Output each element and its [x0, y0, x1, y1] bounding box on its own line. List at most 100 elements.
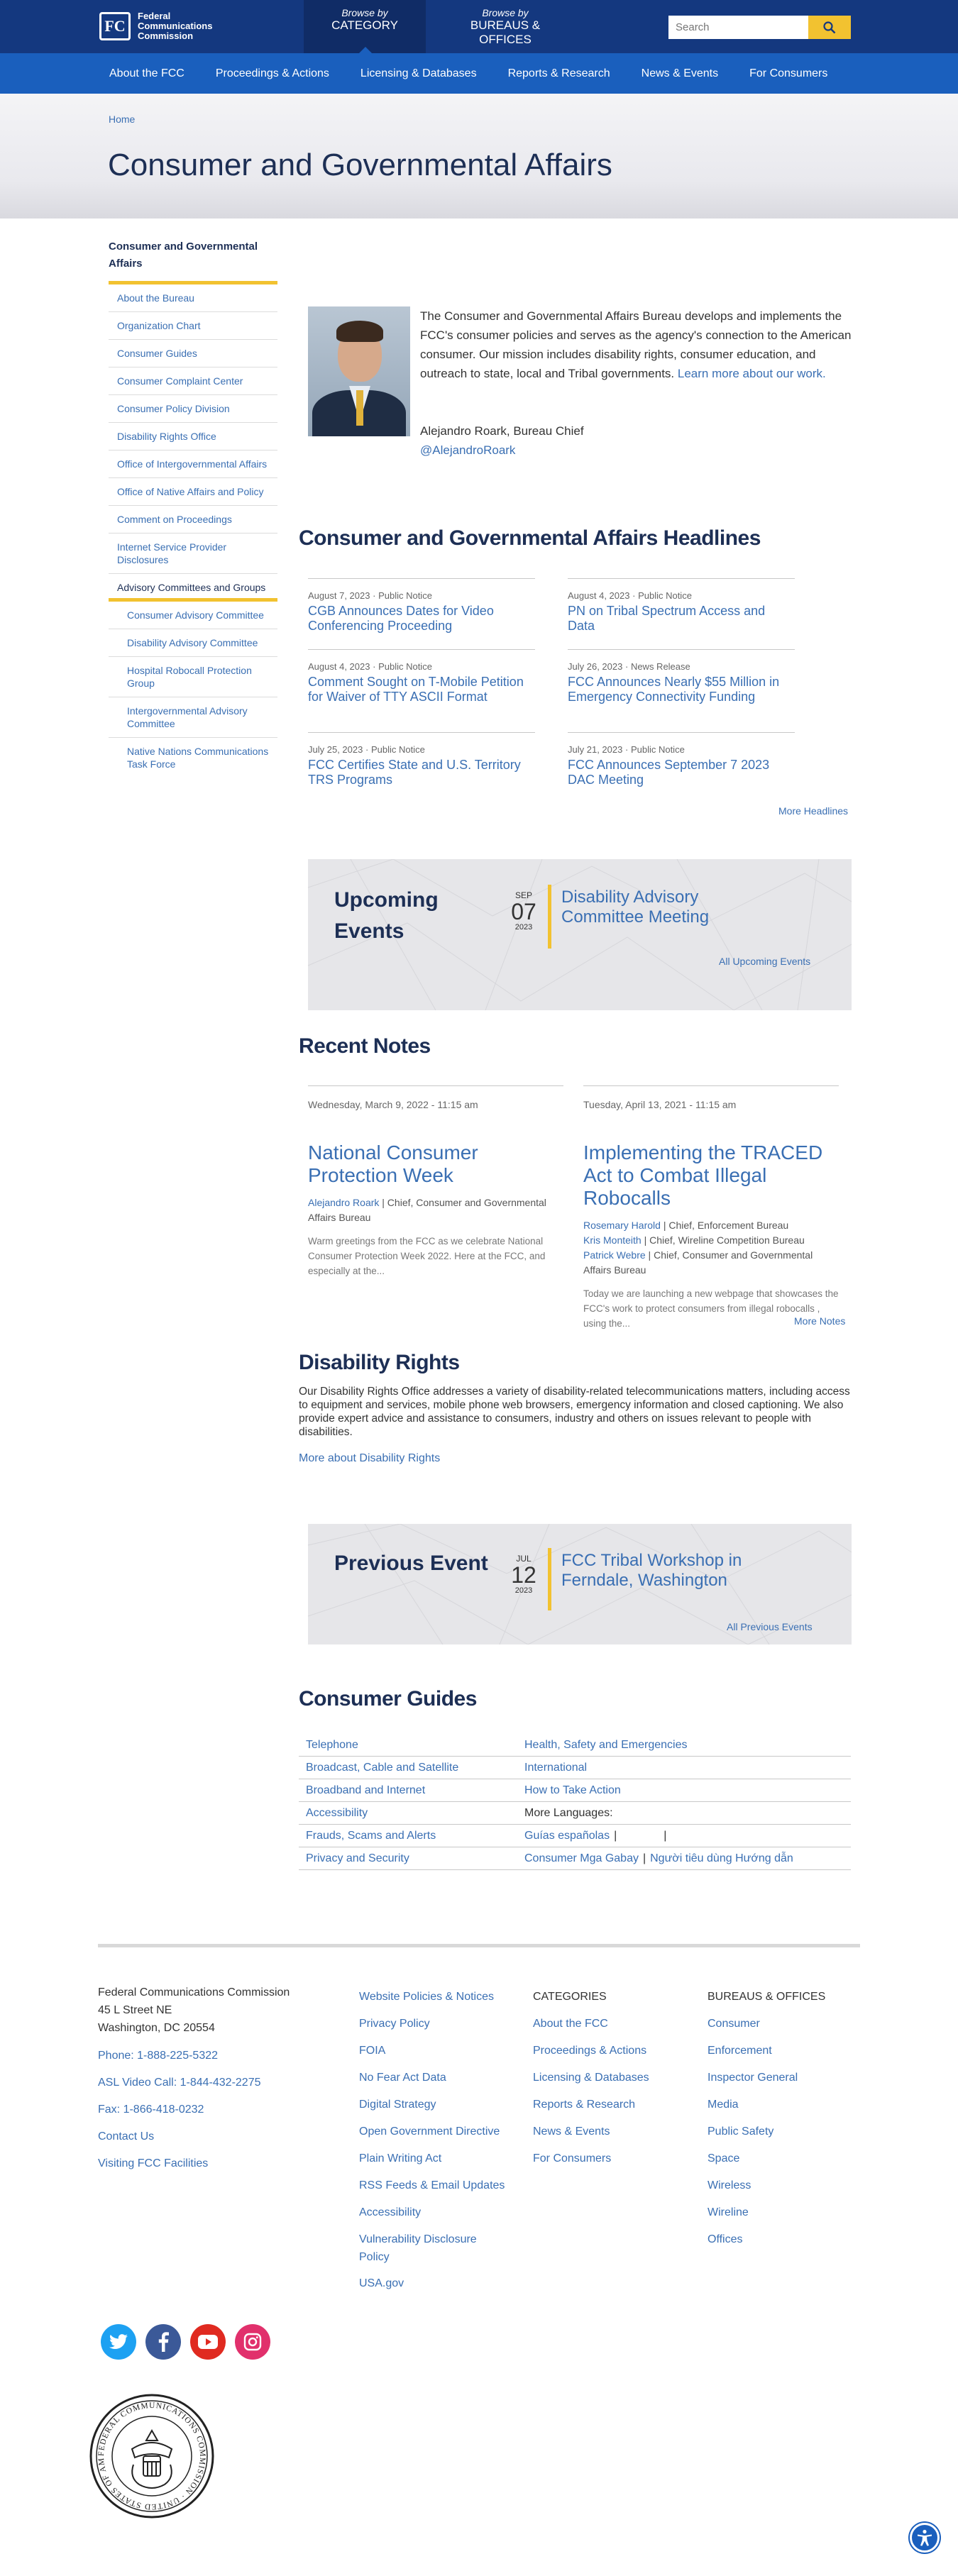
breadcrumb-home[interactable]: Home [109, 114, 135, 125]
language-link-spanish[interactable]: Guías españolas [524, 1830, 610, 1842]
footer-link[interactable]: Wireline [708, 2199, 849, 2226]
guide-link[interactable]: Privacy and Security [299, 1852, 524, 1865]
footer-link[interactable]: Digital Strategy [359, 2091, 508, 2118]
guide-link[interactable]: Broadcast, Cable and Satellite [299, 1762, 524, 1774]
author-link[interactable]: Kris Monteith [583, 1234, 642, 1246]
browse-by-bureaus[interactable]: Browse by BUREAUS & OFFICES [444, 0, 566, 53]
footer-link[interactable]: About the FCC [533, 2011, 675, 2038]
sidebar-item[interactable]: Consumer Guides [109, 340, 277, 367]
youtube-icon[interactable] [190, 2324, 226, 2360]
headline-link[interactable]: FCC Announces Nearly $55 Million in Emer… [568, 675, 795, 704]
note-title-link[interactable]: Implementing the TRACED Act to Combat Il… [583, 1141, 839, 1210]
guide-link[interactable]: Broadband and Internet [299, 1784, 524, 1797]
headline-link[interactable]: PN on Tribal Spectrum Access and Data [568, 604, 795, 634]
footer-link[interactable]: Accessibility [359, 2199, 508, 2226]
sidebar-item[interactable]: Consumer Policy Division [109, 395, 277, 423]
footer-link[interactable]: Open Government Directive [359, 2118, 508, 2145]
sidebar-subitem[interactable]: Consumer Advisory Committee [109, 602, 277, 629]
guide-link[interactable]: Telephone [299, 1739, 524, 1752]
footer-phone-link[interactable]: Phone: 1-888-225-5322 [98, 2042, 325, 2069]
footer-link[interactable]: Proceedings & Actions [533, 2038, 675, 2064]
sidebar-item[interactable]: Organization Chart [109, 312, 277, 340]
footer-link[interactable]: Media [708, 2091, 849, 2118]
nav-about[interactable]: About the FCC [109, 67, 185, 80]
sidebar-subitem[interactable]: Hospital Robocall Protection Group [109, 657, 277, 697]
browse-title: CATEGORY [331, 18, 398, 32]
sidebar-item[interactable]: Internet Service Provider Disclosures [109, 534, 277, 574]
headline-item: July 26, 2023 · News Release FCC Announc… [568, 649, 795, 704]
fcc-logo[interactable]: FC Federal Communications Commission [99, 11, 212, 41]
twitter-icon[interactable] [101, 2324, 136, 2360]
headline-link[interactable]: FCC Announces September 7 2023 DAC Meeti… [568, 758, 795, 787]
footer-link[interactable]: Public Safety [708, 2118, 849, 2145]
facebook-icon[interactable] [145, 2324, 181, 2360]
search-button[interactable] [808, 16, 851, 39]
nav-licensing[interactable]: Licensing & Databases [360, 67, 477, 80]
all-upcoming-events-link[interactable]: All Upcoming Events [719, 956, 810, 967]
sidebar-item[interactable]: Office of Intergovernmental Affairs [109, 450, 277, 478]
sidebar-subitem[interactable]: Disability Advisory Committee [109, 629, 277, 657]
author-link[interactable]: Patrick Webre [583, 1249, 646, 1261]
footer-link[interactable]: Plain Writing Act [359, 2145, 508, 2172]
footer-link[interactable]: Licensing & Databases [533, 2064, 675, 2091]
guide-link[interactable]: How to Take Action [524, 1784, 851, 1797]
footer-link[interactable]: For Consumers [533, 2145, 675, 2172]
footer-link[interactable]: News & Events [533, 2118, 675, 2145]
nav-consumers[interactable]: For Consumers [749, 67, 827, 80]
footer-link[interactable]: Vulnerability Disclosure Policy [359, 2226, 508, 2270]
sidebar-item[interactable]: Disability Rights Office [109, 423, 277, 450]
more-notes-link[interactable]: More Notes [794, 1315, 845, 1327]
headline-link[interactable]: FCC Certifies State and U.S. Territory T… [308, 758, 535, 787]
more-headlines-link[interactable]: More Headlines [778, 805, 848, 817]
author-link[interactable]: Alejandro Roark [308, 1197, 379, 1208]
footer-link[interactable]: USA.gov [359, 2270, 508, 2297]
browse-label: Browse by [482, 7, 529, 18]
author-link[interactable]: Rosemary Harold [583, 1220, 661, 1231]
headline-link[interactable]: CGB Announces Dates for Video Conferenci… [308, 604, 535, 634]
chief-twitter-link[interactable]: @AlejandroRoark [420, 443, 515, 457]
footer-link[interactable]: Wireless [708, 2172, 849, 2199]
all-previous-events-link[interactable]: All Previous Events [727, 1621, 813, 1632]
footer-link[interactable]: Space [708, 2145, 849, 2172]
guide-link[interactable]: Health, Safety and Emergencies [524, 1739, 851, 1752]
footer-link[interactable]: Consumer [708, 2011, 849, 2038]
footer-link[interactable]: Reports & Research [533, 2091, 675, 2118]
footer-link[interactable]: Website Policies & Notices [359, 1984, 508, 2011]
sidebar-item[interactable]: Office of Native Affairs and Policy [109, 478, 277, 506]
sidebar-item[interactable]: Comment on Proceedings [109, 506, 277, 534]
disability-rights-link[interactable]: More about Disability Rights [299, 1452, 440, 1465]
accessibility-button[interactable] [910, 2523, 940, 2553]
language-link-vietnamese[interactable]: Người tiêu dùng Hướng dẫn [650, 1852, 793, 1864]
guide-link[interactable]: International [524, 1762, 851, 1774]
language-link-tagalog[interactable]: Consumer Mga Gabay [524, 1852, 639, 1864]
nav-proceedings[interactable]: Proceedings & Actions [216, 67, 329, 80]
sidebar-subitem[interactable]: Intergovernmental Advisory Committee [109, 697, 277, 738]
headline-link[interactable]: Comment Sought on T-Mobile Petition for … [308, 675, 535, 704]
upcoming-event-link[interactable]: Disability Advisory Committee Meeting [561, 888, 746, 927]
sidebar-item-current[interactable]: Advisory Committees and Groups [109, 574, 277, 602]
footer-visiting-link[interactable]: Visiting FCC Facilities [98, 2150, 325, 2177]
footer-link[interactable]: Enforcement [708, 2038, 849, 2064]
browse-by-category[interactable]: Browse by CATEGORY [304, 0, 426, 53]
search-input[interactable] [668, 16, 808, 39]
footer-link[interactable]: Offices [708, 2226, 849, 2253]
guide-link[interactable]: Frauds, Scams and Alerts [299, 1830, 524, 1842]
footer-link[interactable]: Privacy Policy [359, 2011, 508, 2038]
nav-reports[interactable]: Reports & Research [508, 67, 610, 80]
note-title-link[interactable]: National Consumer Protection Week [308, 1141, 563, 1187]
learn-more-link[interactable]: Learn more about our work. [678, 367, 826, 380]
sidebar-subitem[interactable]: Native Nations Communications Task Force [109, 738, 277, 778]
sidebar-item[interactable]: About the Bureau [109, 284, 277, 312]
footer-fax-link[interactable]: Fax: 1-866-418-0232 [98, 2096, 325, 2123]
footer-link[interactable]: FOIA [359, 2038, 508, 2064]
sidebar-item[interactable]: Consumer Complaint Center [109, 367, 277, 395]
footer-link[interactable]: Inspector General [708, 2064, 849, 2091]
footer-asl-link[interactable]: ASL Video Call: 1-844-432-2275 [98, 2069, 325, 2096]
footer-link[interactable]: No Fear Act Data [359, 2064, 508, 2091]
footer-contact-link[interactable]: Contact Us [98, 2123, 325, 2150]
guide-link[interactable]: Accessibility [299, 1807, 524, 1820]
previous-event-link[interactable]: FCC Tribal Workshop in Ferndale, Washing… [561, 1551, 774, 1591]
nav-news[interactable]: News & Events [642, 67, 718, 80]
instagram-icon[interactable] [235, 2324, 270, 2360]
footer-link[interactable]: RSS Feeds & Email Updates [359, 2172, 508, 2199]
